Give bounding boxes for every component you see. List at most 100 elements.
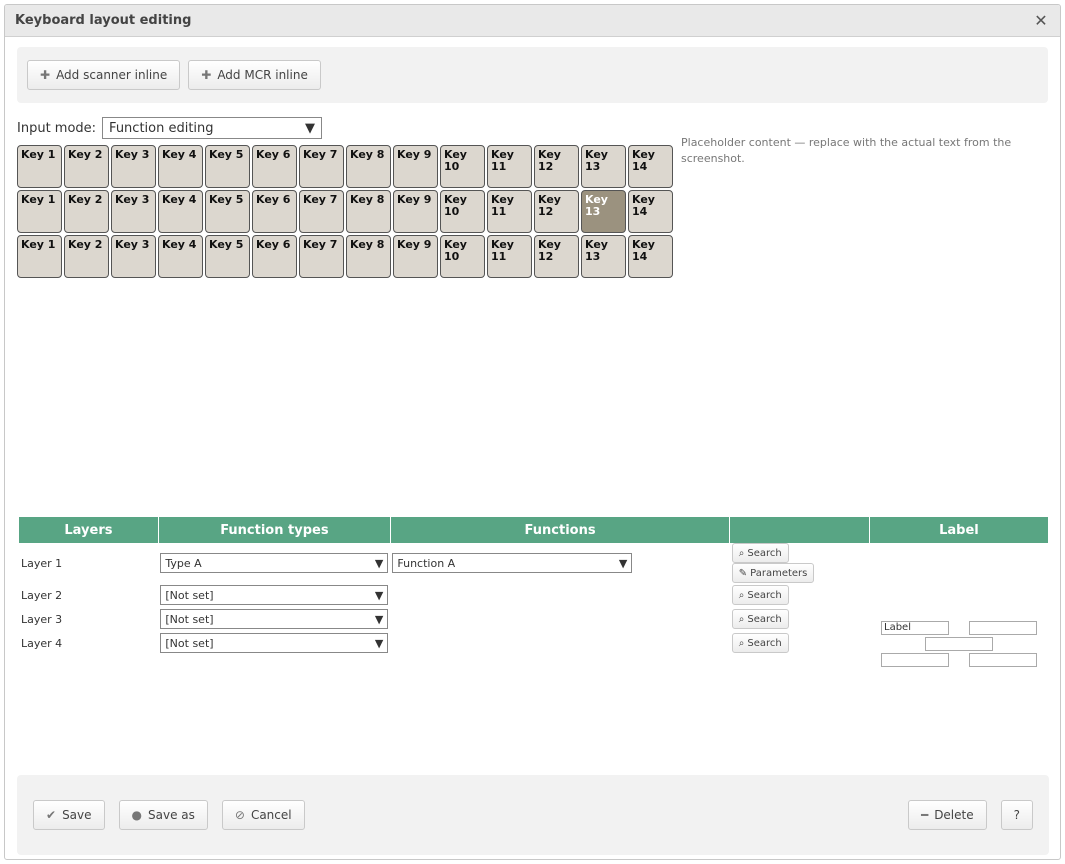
save-as-icon: ●: [131, 808, 143, 822]
keyboard-key[interactable]: Key 8: [346, 145, 391, 188]
keyboard-key[interactable]: Key 11: [487, 235, 532, 278]
key-main-label: Key 9: [397, 148, 432, 161]
keyboard-key[interactable]: Key 11: [487, 190, 532, 233]
cancel-icon: ⊘: [234, 808, 245, 822]
keyboard-key[interactable]: Key 6: [252, 145, 297, 188]
keyboard-key[interactable]: Key 7: [299, 145, 344, 188]
key-main-label: Key 13: [585, 238, 608, 263]
keyboard-key[interactable]: Key 9: [393, 145, 438, 188]
keyboard-key[interactable]: Key 3: [111, 145, 156, 188]
keyboard-key[interactable]: Key 10: [440, 145, 485, 188]
function-type-select[interactable]: [Not set] ▼: [160, 633, 389, 653]
search-button[interactable]: ⌕ Search: [731, 609, 789, 629]
keyboard-key[interactable]: Key 10: [440, 235, 485, 278]
add-scanner-label: Add scanner inline: [56, 68, 168, 82]
keyboard-key[interactable]: Key 1: [17, 190, 62, 233]
label-field-top-right[interactable]: [969, 621, 1037, 635]
dropdown-arrow-icon: ▼: [374, 636, 384, 650]
dialog-title: Keyboard layout editing: [15, 13, 192, 28]
dialog-titlebar: Keyboard layout editing ✕: [5, 5, 1060, 37]
keyboard-key[interactable]: Key 8: [346, 235, 391, 278]
label-field-bottom-right[interactable]: [969, 653, 1037, 667]
help-button[interactable]: ?: [1000, 800, 1033, 830]
keyboard-key[interactable]: Key 12: [534, 235, 579, 278]
keyboard-key[interactable]: Key 14: [628, 145, 673, 188]
keyboard-key[interactable]: Key 11: [487, 145, 532, 188]
cancel-button[interactable]: ⊘ Cancel: [221, 800, 305, 830]
close-icon[interactable]: ✕: [1032, 11, 1050, 30]
keyboard-key[interactable]: Key 8: [346, 190, 391, 233]
key-main-label: Key 9: [397, 238, 432, 251]
keyboard-key[interactable]: Key 1: [17, 235, 62, 278]
keyboard-key[interactable]: Key 3: [111, 235, 156, 278]
function-select[interactable]: Function A ▼: [392, 553, 633, 573]
keyboard-key[interactable]: Key 14: [628, 190, 673, 233]
keyboard-key[interactable]: Key 13: [581, 145, 626, 188]
keyboard-key[interactable]: Key 10: [440, 190, 485, 233]
keyboard-key[interactable]: Key 12: [534, 145, 579, 188]
key-main-label: Key 4: [162, 193, 197, 206]
keyboard-key[interactable]: Key 4: [158, 235, 203, 278]
function-type-select[interactable]: [Not set] ▼: [160, 585, 389, 605]
save-as-button[interactable]: ● Save as: [118, 800, 208, 830]
mode-select[interactable]: Function editing ▼: [102, 117, 323, 139]
add-mcr-button[interactable]: ✚ Add MCR inline: [188, 60, 321, 90]
keyboard-key[interactable]: Key 5: [205, 145, 250, 188]
dropdown-arrow-icon: ▼: [374, 588, 384, 602]
function-cell: [390, 583, 729, 607]
keyboard-key[interactable]: Key 2: [64, 235, 109, 278]
keyboard-key[interactable]: Key 14: [628, 235, 673, 278]
keyboard-key[interactable]: Key 6: [252, 190, 297, 233]
search-button[interactable]: ⌕ Search: [731, 633, 789, 653]
label-field-bottom-left[interactable]: [881, 653, 949, 667]
key-main-label: Key 12: [538, 238, 561, 263]
layer-name: Layer 2: [21, 588, 63, 602]
keyboard-key[interactable]: Key 12: [534, 190, 579, 233]
parameters-button[interactable]: ✎ Parameters: [731, 563, 815, 583]
keyboard-key[interactable]: Key 9: [393, 235, 438, 278]
keyboard-key[interactable]: Key 2: [64, 190, 109, 233]
type-cell: Type A ▼: [158, 543, 390, 583]
add-scanner-button[interactable]: ✚ Add scanner inline: [27, 60, 181, 90]
key-main-label: Key 7: [303, 238, 338, 251]
dropdown-arrow-icon: ▼: [618, 556, 628, 570]
keyboard-key[interactable]: Key 9: [393, 190, 438, 233]
keyboard-key[interactable]: Key 7: [299, 190, 344, 233]
keyboard-key[interactable]: Key 2: [64, 145, 109, 188]
delete-button[interactable]: ━ Delete: [907, 800, 987, 830]
minus-icon: ━: [920, 808, 929, 822]
dropdown-arrow-icon: ▼: [374, 556, 384, 570]
keyboard-key[interactable]: Key 7: [299, 235, 344, 278]
label-field-middle[interactable]: [925, 637, 993, 651]
table-row: Layer 2 [Not set] ▼ ⌕ Search: [19, 583, 1049, 607]
dropdown-arrow-icon: ▼: [305, 120, 316, 136]
key-main-label: Key 3: [115, 148, 150, 161]
keyboard-key[interactable]: Key 1: [17, 145, 62, 188]
function-type-select[interactable]: Type A ▼: [160, 553, 389, 573]
column-header: Layers: [19, 517, 159, 543]
label-field-top-left[interactable]: Label: [881, 621, 949, 635]
toolbar: ✚ Add scanner inline ✚ Add MCR inline: [17, 47, 1048, 103]
key-main-label: Key 5: [209, 148, 244, 161]
key-main-label: Key 14: [632, 193, 655, 218]
key-main-label: Key 6: [256, 193, 291, 206]
key-main-label: Key 12: [538, 148, 561, 173]
key-main-label: Key 6: [256, 238, 291, 251]
function-type-select[interactable]: [Not set] ▼: [160, 609, 389, 629]
save-button[interactable]: ✔ Save: [33, 800, 105, 830]
function-type-value: [Not set]: [165, 636, 214, 650]
key-main-label: Key 1: [21, 238, 56, 251]
keyboard-key[interactable]: Key 13: [581, 235, 626, 278]
keyboard-key[interactable]: Key 3: [111, 190, 156, 233]
search-button[interactable]: ⌕ Search: [731, 543, 789, 563]
keyboard-key[interactable]: Key 4: [158, 145, 203, 188]
key-main-label: Key 1: [21, 193, 56, 206]
key-main-label: Key 11: [491, 238, 514, 263]
keyboard-key[interactable]: Key 13: [581, 190, 626, 233]
search-button[interactable]: ⌕ Search: [731, 585, 789, 605]
keyboard-key[interactable]: Key 4: [158, 190, 203, 233]
parameters-label: Parameters: [750, 567, 808, 579]
keyboard-key[interactable]: Key 5: [205, 235, 250, 278]
keyboard-key[interactable]: Key 6: [252, 235, 297, 278]
keyboard-key[interactable]: Key 5: [205, 190, 250, 233]
